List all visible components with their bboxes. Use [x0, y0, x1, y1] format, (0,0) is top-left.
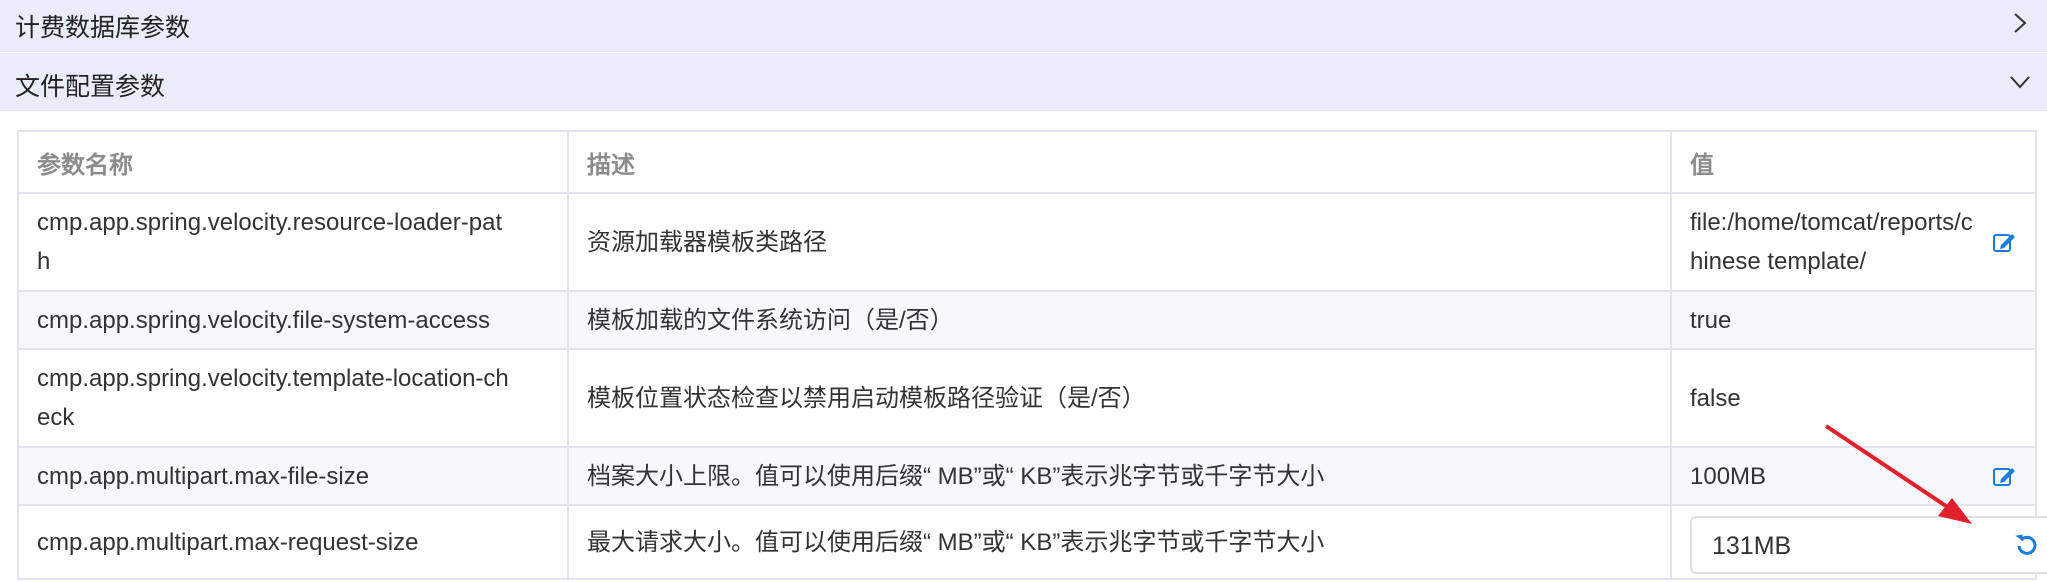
header-value: 值: [1670, 130, 2037, 194]
param-value: 100MB: [1690, 462, 1767, 490]
header-description: 描述: [567, 130, 1672, 194]
params-table: 参数名称 描述 值 cmp.app.spring.velocity.resour…: [17, 130, 2047, 580]
edit-icon[interactable]: [1991, 463, 2017, 489]
param-name: cmp.app.spring.velocity.file-system-acce…: [17, 290, 569, 350]
param-value: file:/home/tomcat/reports/chinese templa…: [1690, 209, 1973, 275]
param-value-cell: file:/home/tomcat/reports/chinese templa…: [1670, 192, 2037, 292]
table-row: cmp.app.multipart.max-request-size 最大请求大…: [17, 504, 2047, 580]
accordion-billing-db-params[interactable]: 计费数据库参数: [0, 0, 2047, 52]
param-name: cmp.app.spring.velocity.resource-loader-…: [17, 192, 569, 292]
accordion-file-config-params[interactable]: 文件配置参数: [0, 53, 2047, 111]
param-value-cell: [1670, 504, 2047, 580]
param-name: cmp.app.spring.velocity.template-locatio…: [17, 348, 569, 448]
param-description: 档案大小上限。值可以使用后缀“ MB”或“ KB”表示兆字节或千字节大小: [567, 446, 1672, 506]
param-name: cmp.app.multipart.max-file-size: [17, 446, 569, 506]
param-value-cell: 100MB: [1670, 446, 2037, 506]
param-description: 模板加载的文件系统访问（是/否）: [567, 290, 1672, 350]
param-description: 资源加载器模板类路径: [567, 192, 1672, 292]
chevron-right-icon[interactable]: [2003, 6, 2037, 40]
param-description: 最大请求大小。值可以使用后缀“ MB”或“ KB”表示兆字节或千字节大小: [567, 504, 1672, 580]
table-row: cmp.app.spring.velocity.template-locatio…: [17, 348, 2037, 448]
table-header-row: 参数名称 描述 值: [17, 130, 2037, 194]
value-input-wrapper: [1690, 516, 2047, 574]
undo-icon[interactable]: [2014, 531, 2040, 557]
param-description: 模板位置状态检查以禁用启动模板路径验证（是/否）: [567, 348, 1672, 448]
param-name: cmp.app.multipart.max-request-size: [17, 504, 569, 580]
table-row: cmp.app.multipart.max-file-size 档案大小上限。值…: [17, 446, 2037, 506]
edit-icon[interactable]: [1991, 229, 2017, 255]
param-value: true: [1670, 290, 2037, 350]
value-input[interactable]: [1710, 518, 1974, 574]
accordion-title: 计费数据库参数: [15, 14, 191, 42]
accordion-title: 文件配置参数: [15, 73, 166, 101]
chevron-down-icon[interactable]: [2003, 65, 2037, 99]
header-param-name: 参数名称: [17, 130, 569, 194]
table-row: cmp.app.spring.velocity.file-system-acce…: [17, 290, 2037, 350]
param-value: false: [1670, 348, 2037, 448]
table-row: cmp.app.spring.velocity.resource-loader-…: [17, 192, 2037, 292]
